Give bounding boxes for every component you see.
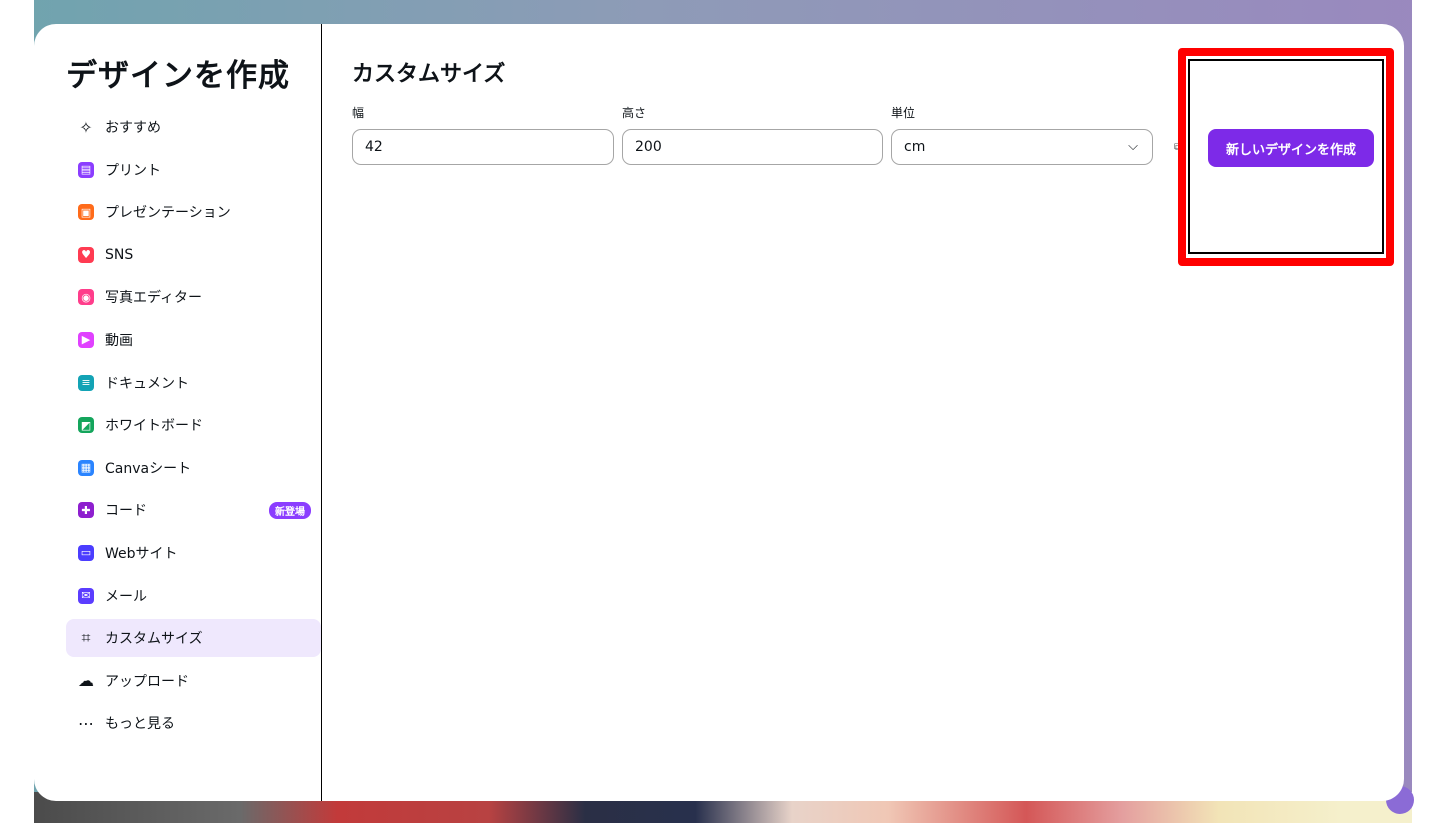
custom-size-panel: カスタムサイズ 幅 42 高さ 200 単位 cm ⌵ ⧉ 新しいデザインを作成 xyxy=(322,24,1404,801)
unit-label: 単位 xyxy=(891,106,916,120)
sidebar-item-11[interactable]: ✉ メール xyxy=(66,577,321,615)
sidebar-item-5[interactable]: ▶ 動画 xyxy=(66,321,321,359)
sheet-icon: ▦ xyxy=(78,459,94,476)
sidebar-item-label: ドキュメント xyxy=(105,375,189,392)
unit-select[interactable]: cm ⌵ xyxy=(891,129,1153,165)
printer-icon: ▤ xyxy=(78,161,94,178)
sidebar-item-label: プリント xyxy=(105,162,161,179)
custom-size-icon: ⌗ xyxy=(81,628,91,648)
camera-icon: ◉ xyxy=(78,289,94,306)
code-icon: ✚ xyxy=(78,502,94,519)
cloud-upload-icon: ☁ xyxy=(78,671,94,691)
sidebar-item-label: ホワイトボード xyxy=(105,418,203,435)
sidebar-item-3[interactable]: ♥ SNS xyxy=(66,236,321,274)
sidebar-item-label: コード xyxy=(105,503,147,520)
more-icon: ⋯ xyxy=(78,713,94,733)
create-design-dialog: デザインを作成 ✧ おすすめ ▤ プリント ▣ プレゼンテーション ♥ SNS ◉ 写真エディター… xyxy=(34,24,1404,801)
dialog-title: デザインを作成 xyxy=(66,58,290,94)
sidebar-item-label: Webサイト xyxy=(105,545,178,562)
chevron-down-icon: ⌵ xyxy=(1128,139,1138,154)
height-value: 200 xyxy=(635,139,662,155)
sidebar: デザインを作成 ✧ おすすめ ▤ プリント ▣ プレゼンテーション ♥ SNS ◉ 写真エディター… xyxy=(34,24,321,801)
height-input[interactable]: 200 xyxy=(622,129,883,165)
presentation-icon: ▣ xyxy=(78,204,94,221)
sidebar-item-10[interactable]: ▭ Webサイト xyxy=(66,534,321,572)
sidebar-item-12[interactable]: ⌗ カスタムサイズ xyxy=(66,619,321,658)
right-background-strip xyxy=(1412,0,1446,823)
sidebar-item-label: 写真エディター xyxy=(105,290,203,307)
whiteboard-icon: ◩ xyxy=(78,417,94,434)
sparkle-icon: ✧ xyxy=(79,117,93,137)
sidebar-menu: ✧ おすすめ ▤ プリント ▣ プレゼンテーション ♥ SNS ◉ 写真エディター ▶ 動画 ≡ ドキュメ… xyxy=(66,108,321,747)
sidebar-item-label: カスタムサイズ xyxy=(105,631,203,648)
lock-ratio-icon[interactable]: ⧉ xyxy=(1174,142,1181,153)
sidebar-item-label: アップロード xyxy=(105,673,189,690)
width-label: 幅 xyxy=(352,106,365,120)
sidebar-item-label: Canvaシート xyxy=(105,460,192,477)
sidebar-item-label: SNS xyxy=(105,246,134,263)
left-background-strip xyxy=(0,0,34,823)
height-label: 高さ xyxy=(622,106,647,120)
video-icon: ▶ xyxy=(78,331,94,348)
sidebar-item-9[interactable]: ✚ コード 新登場 xyxy=(66,491,321,529)
sidebar-item-6[interactable]: ≡ ドキュメント xyxy=(66,364,321,402)
create-new-design-button[interactable]: 新しいデザインを作成 xyxy=(1208,129,1374,167)
sidebar-item-1[interactable]: ▤ プリント xyxy=(66,151,321,189)
sidebar-item-label: おすすめ xyxy=(105,120,161,136)
width-value: 42 xyxy=(365,139,383,155)
unit-value: cm xyxy=(904,139,926,155)
sidebar-item-label: もっと見る xyxy=(105,716,175,733)
sidebar-item-4[interactable]: ◉ 写真エディター xyxy=(66,278,321,316)
sidebar-item-2[interactable]: ▣ プレゼンテーション xyxy=(66,193,321,231)
mail-icon: ✉ xyxy=(78,587,94,604)
sidebar-item-7[interactable]: ◩ ホワイトボード xyxy=(66,406,321,444)
heart-chat-icon: ♥ xyxy=(78,246,94,263)
width-input[interactable]: 42 xyxy=(352,129,614,165)
document-icon: ≡ xyxy=(78,374,94,391)
sidebar-item-label: メール xyxy=(105,588,147,605)
new-badge: 新登場 xyxy=(269,502,311,520)
sidebar-item-13[interactable]: ☁ アップロード xyxy=(66,662,321,700)
sidebar-item-label: 動画 xyxy=(105,332,133,349)
sidebar-item-14[interactable]: ⋯ もっと見る xyxy=(66,704,321,742)
sidebar-item-label: プレゼンテーション xyxy=(105,205,231,222)
sidebar-item-8[interactable]: ▦ Canvaシート xyxy=(66,449,321,487)
sidebar-item-0[interactable]: ✧ おすすめ xyxy=(66,108,321,146)
panel-title: カスタムサイズ xyxy=(352,62,506,87)
website-icon: ▭ xyxy=(78,544,94,561)
